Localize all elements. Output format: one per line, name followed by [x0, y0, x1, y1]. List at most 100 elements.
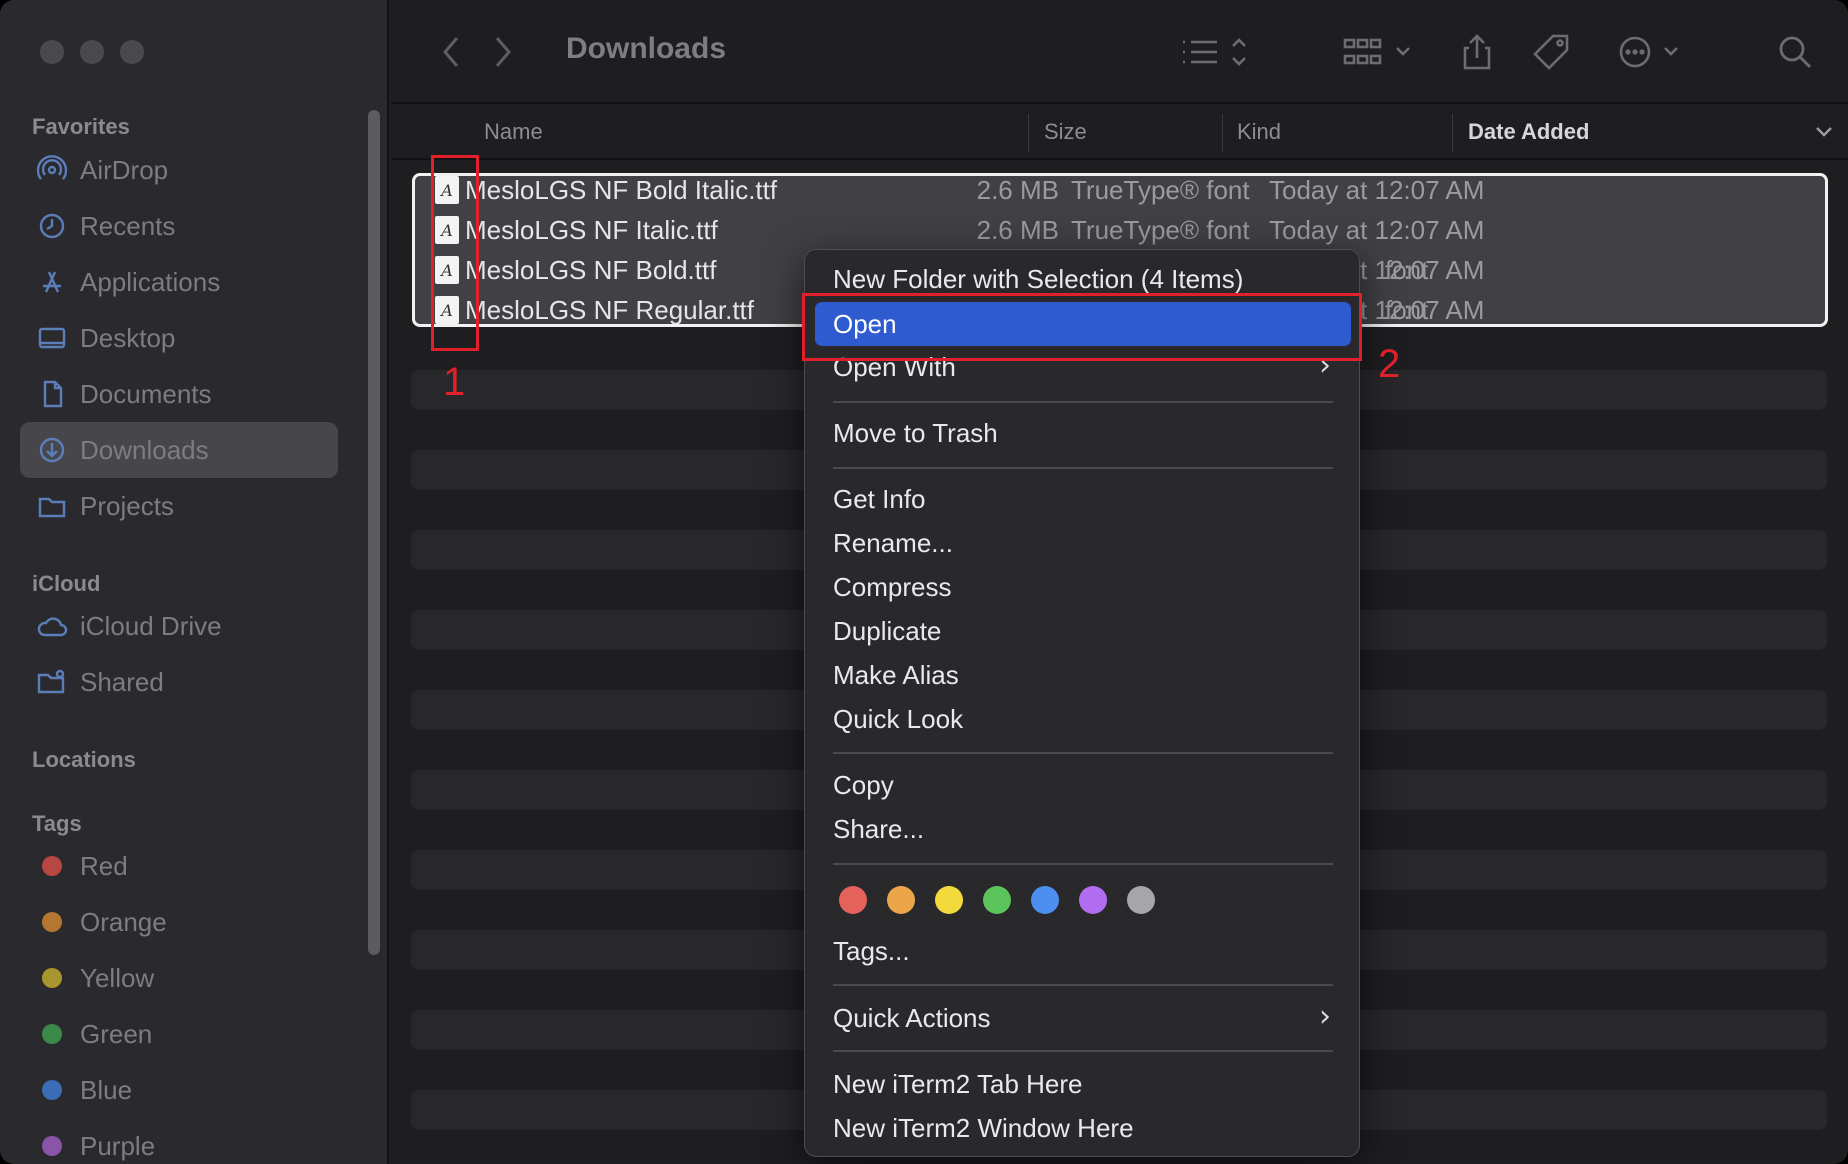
- menu-item-rename[interactable]: Rename...: [833, 528, 953, 559]
- menu-item-duplicate[interactable]: Duplicate: [833, 616, 941, 647]
- tag-color-red-button[interactable]: [839, 886, 867, 914]
- file-kind: TrueType® font: [1071, 215, 1250, 245]
- menu-item-compress[interactable]: Compress: [833, 572, 951, 603]
- sidebar-item-label: Yellow: [80, 962, 155, 993]
- sidebar-item-label: iCloud Drive: [80, 610, 222, 641]
- sidebar-tag-purple[interactable]: Purple: [20, 1118, 338, 1164]
- sidebar-item-downloads[interactable]: Downloads: [20, 422, 338, 478]
- sidebar-tag-green[interactable]: Green: [20, 1006, 338, 1062]
- menu-item-quick-look[interactable]: Quick Look: [833, 704, 963, 735]
- sidebar: Favorites AirDrop Recents Applications D…: [0, 0, 389, 1164]
- annotation-box-1: [431, 155, 479, 351]
- file-size: 2.6 MB: [976, 215, 1059, 245]
- window-title: Downloads: [566, 32, 727, 65]
- column-header-kind[interactable]: Kind: [1237, 119, 1281, 145]
- grid-icon[interactable]: [1341, 28, 1421, 76]
- file-date: Today at 12:07 AM: [1269, 215, 1485, 245]
- sidebar-tag-red[interactable]: Red: [20, 838, 338, 894]
- ellipsis-circle-icon[interactable]: [1617, 28, 1697, 76]
- tag-dot-icon: [42, 1136, 62, 1156]
- tag-color-purple-button[interactable]: [1079, 886, 1107, 914]
- clock-icon: [32, 211, 72, 241]
- list-icon[interactable]: [1175, 28, 1255, 76]
- search-icon[interactable]: [1771, 28, 1819, 76]
- menu-item-share[interactable]: Share...: [833, 814, 924, 845]
- minimize-window-button[interactable]: [80, 40, 104, 64]
- column-header-date-added[interactable]: Date Added: [1468, 119, 1589, 145]
- folder-icon: [32, 491, 72, 521]
- file-name: MesloLGS NF Bold.ttf: [465, 255, 717, 285]
- applications-icon: [32, 267, 72, 297]
- file-name: MesloLGS NF Bold Italic.ttf: [465, 175, 778, 205]
- chevron-left-icon[interactable]: [431, 28, 471, 76]
- menu-item-make-alias[interactable]: Make Alias: [833, 660, 959, 691]
- sidebar-item-shared[interactable]: Shared: [20, 654, 338, 710]
- menu-item-new-iterm2-window[interactable]: New iTerm2 Window Here: [833, 1113, 1134, 1144]
- menu-item-move-to-trash[interactable]: Move to Trash: [833, 418, 998, 449]
- sidebar-item-applications[interactable]: Applications: [20, 254, 338, 310]
- sidebar-tag-yellow[interactable]: Yellow: [20, 950, 338, 1006]
- tag-dot-icon: [42, 1080, 62, 1100]
- sidebar-item-airdrop[interactable]: AirDrop: [20, 142, 338, 198]
- sidebar-item-projects[interactable]: Projects: [20, 478, 338, 534]
- chevron-down-icon[interactable]: [1814, 116, 1834, 152]
- menu-separator: [833, 1050, 1333, 1052]
- tag-dot-icon: [42, 912, 62, 932]
- column-divider[interactable]: [1028, 114, 1029, 152]
- chevron-right-icon[interactable]: [483, 28, 523, 76]
- column-divider[interactable]: [1452, 114, 1453, 152]
- tag-color-gray-button[interactable]: [1127, 886, 1155, 914]
- sidebar-tag-blue[interactable]: Blue: [20, 1062, 338, 1118]
- menu-item-tags[interactable]: Tags...: [833, 936, 910, 967]
- menu-item-new-folder-with-selection[interactable]: New Folder with Selection (4 Items): [833, 264, 1243, 295]
- menu-separator: [833, 863, 1333, 865]
- sidebar-scrollbar[interactable]: [368, 110, 380, 955]
- sidebar-item-desktop[interactable]: Desktop: [20, 310, 338, 366]
- sidebar-item-icloud-drive[interactable]: iCloud Drive: [20, 598, 338, 654]
- annotation-box-2: [802, 293, 1362, 361]
- sidebar-item-label: Documents: [80, 378, 212, 409]
- tag-color-orange-button[interactable]: [887, 886, 915, 914]
- sidebar-item-label: Purple: [80, 1130, 156, 1161]
- tag-color-yellow-button[interactable]: [935, 886, 963, 914]
- sidebar-item-recents[interactable]: Recents: [20, 198, 338, 254]
- sidebar-item-label: Green: [80, 1018, 153, 1049]
- zoom-window-button[interactable]: [120, 40, 144, 64]
- table-row[interactable]: A MesloLGS NF Italic.ttf 2.6 MB TrueType…: [415, 210, 1825, 250]
- menu-separator: [833, 752, 1333, 754]
- column-header-bar: Name Size Kind Date Added: [391, 106, 1848, 160]
- sidebar-tag-orange[interactable]: Orange: [20, 894, 338, 950]
- tag-dot-icon: [42, 968, 62, 988]
- sidebar-item-label: Desktop: [80, 322, 176, 353]
- sidebar-item-label: AirDrop: [80, 154, 169, 185]
- table-row[interactable]: A MesloLGS NF Bold Italic.ttf 2.6 MB Tru…: [415, 170, 1825, 210]
- sidebar-item-documents[interactable]: Documents: [20, 366, 338, 422]
- menu-item-copy[interactable]: Copy: [833, 770, 894, 801]
- tag-icon[interactable]: [1527, 28, 1575, 76]
- share-icon[interactable]: [1453, 28, 1501, 76]
- airdrop-icon: [32, 155, 72, 185]
- menu-item-get-info[interactable]: Get Info: [833, 484, 926, 515]
- sidebar-item-label: Red: [80, 850, 128, 881]
- menu-item-quick-actions[interactable]: Quick Actions: [833, 1003, 991, 1034]
- sidebar-item-label: Projects: [80, 490, 174, 521]
- menu-item-new-iterm2-tab[interactable]: New iTerm2 Tab Here: [833, 1069, 1083, 1100]
- file-size: 2.6 MB: [976, 175, 1059, 205]
- download-icon: [32, 435, 72, 465]
- menu-separator: [833, 401, 1333, 403]
- finder-window: Favorites AirDrop Recents Applications D…: [0, 0, 1848, 1164]
- toolbar: Downloads: [391, 0, 1848, 104]
- menu-separator: [833, 467, 1333, 469]
- column-divider[interactable]: [1222, 114, 1223, 152]
- column-header-size[interactable]: Size: [1044, 119, 1087, 145]
- tag-color-blue-button[interactable]: [1031, 886, 1059, 914]
- file-date: Today at 12:07 AM: [1269, 175, 1485, 205]
- sidebar-item-label: Shared: [80, 666, 164, 697]
- sidebar-item-label: Orange: [80, 906, 167, 937]
- cloud-icon: [32, 611, 72, 641]
- tag-color-green-button[interactable]: [983, 886, 1011, 914]
- annotation-number-1: 1: [443, 360, 466, 404]
- close-window-button[interactable]: [40, 40, 64, 64]
- column-header-name[interactable]: Name: [484, 119, 543, 145]
- annotation-number-2: 2: [1378, 342, 1401, 386]
